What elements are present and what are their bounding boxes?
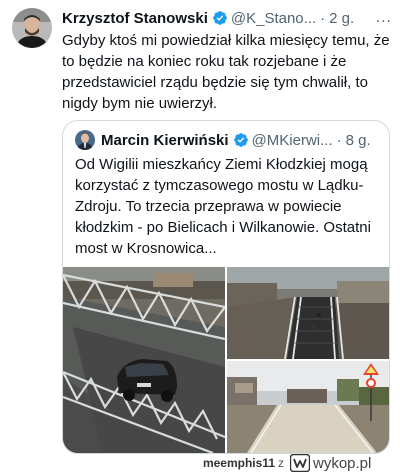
bridge-aerial-photo[interactable] <box>227 267 389 359</box>
footer-username[interactable]: meemphis11 <box>203 456 275 470</box>
author-handle[interactable]: @K_Stano... <box>231 10 316 27</box>
bridge-crossing-photo[interactable] <box>227 361 389 453</box>
wykop-logo-icon <box>289 453 311 473</box>
tweet-text: Gdyby ktoś mi powiedział kilka miesięcy … <box>62 32 390 112</box>
author-name[interactable]: Krzysztof Stanowski <box>62 10 208 27</box>
footer-conj: z <box>278 456 284 470</box>
verified-badge-icon <box>212 10 228 26</box>
wykop-logo[interactable]: wykop.pl <box>289 453 394 473</box>
author-avatar[interactable] <box>12 8 52 48</box>
separator-dot: · <box>320 9 326 27</box>
quoted-tweet-header: Marcin Kierwiński @MKierwi... · 8 g. <box>75 130 375 150</box>
bridge-car-photo[interactable] <box>63 267 225 453</box>
quoted-tweet-text: Od Wigilii mieszkańcy Ziemi Kłodzkiej mo… <box>75 156 371 257</box>
footer-attribution: meemphis11 z <box>203 456 284 470</box>
separator-dot: · <box>336 131 342 149</box>
quoted-author-handle[interactable]: @MKierwi... <box>252 132 333 149</box>
quoted-tweet[interactable]: Marcin Kierwiński @MKierwi... · 8 g. Od … <box>62 120 390 454</box>
quoted-author-name[interactable]: Marcin Kierwiński <box>101 132 229 149</box>
quoted-author-avatar[interactable] <box>75 130 95 150</box>
quoted-tweet-time[interactable]: 8 g. <box>346 132 371 149</box>
wykop-footer: meemphis11 z wykop.pl <box>0 452 400 474</box>
more-options-icon[interactable]: ... <box>376 9 392 27</box>
media-grid <box>63 267 389 453</box>
wykop-brand-text: wykop.pl <box>313 454 372 472</box>
tweet-header: Krzysztof Stanowski @K_Stano... · 2 g. .… <box>62 8 392 28</box>
verified-badge-icon <box>233 132 249 148</box>
tweet-time[interactable]: 2 g. <box>329 10 354 27</box>
